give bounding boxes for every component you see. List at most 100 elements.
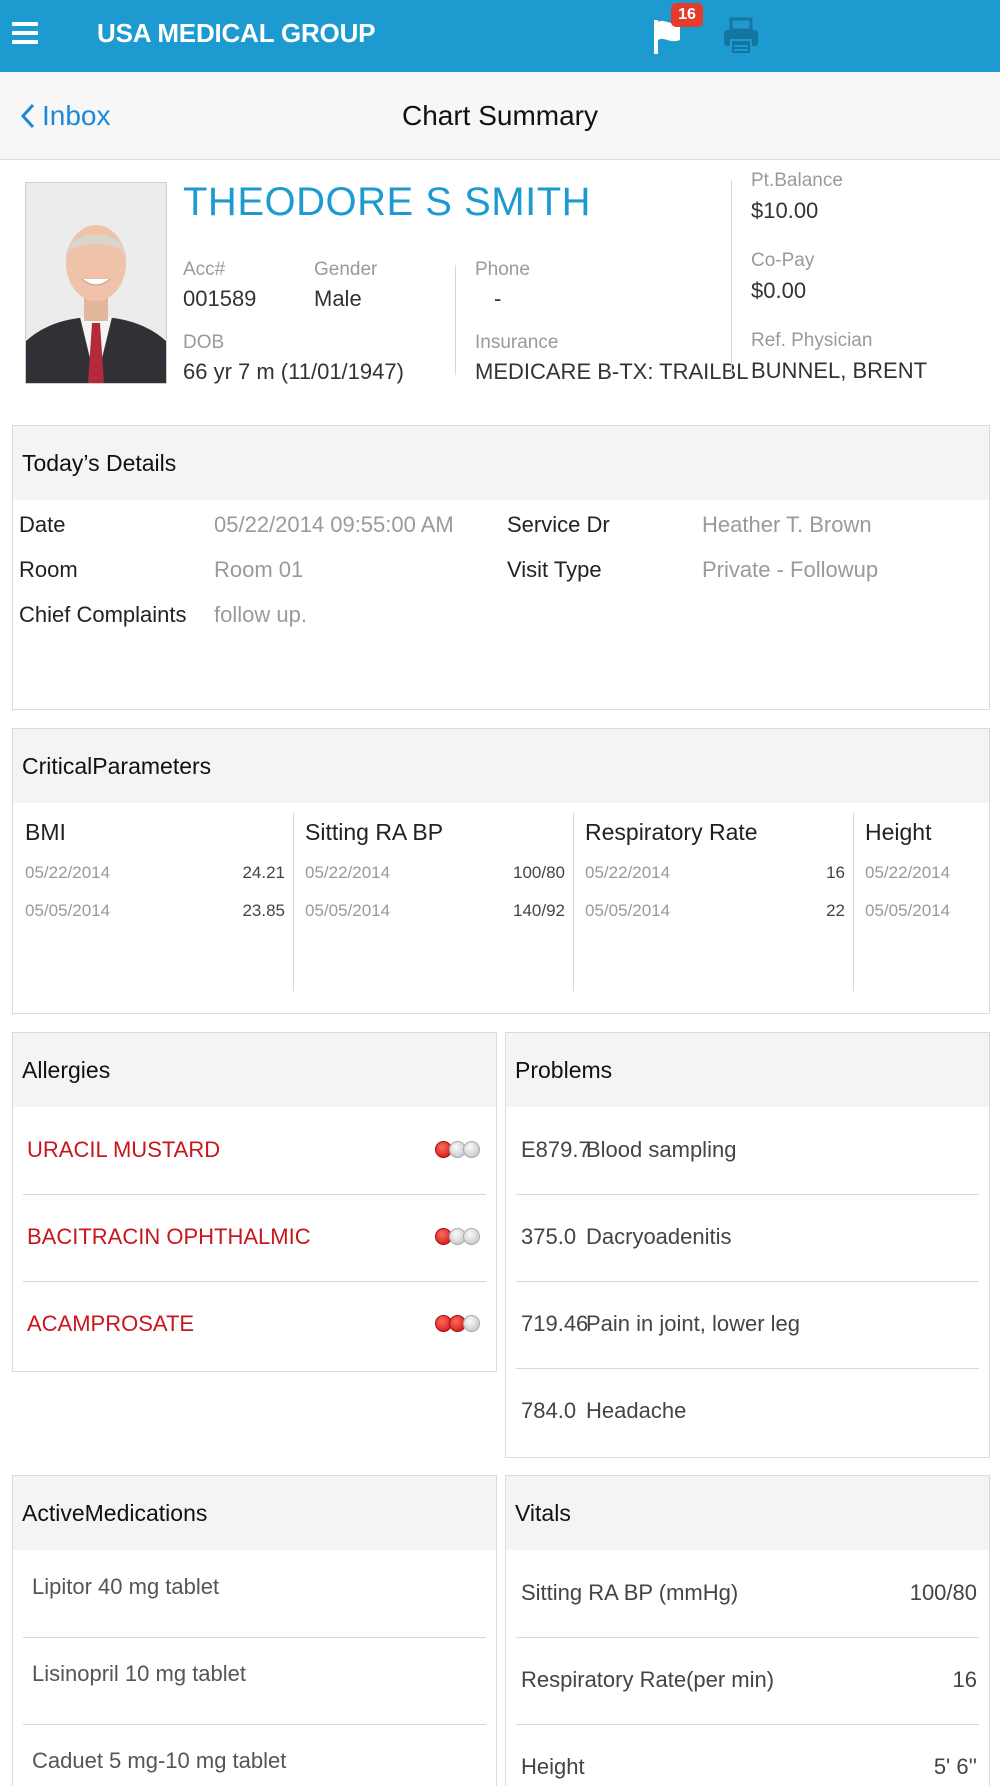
parameter-value: 140/92 bbox=[513, 901, 565, 920]
problem-code: E879.7 bbox=[521, 1137, 591, 1162]
patient-name: THEODORE S SMITH bbox=[183, 180, 592, 224]
problem-description: Headache bbox=[586, 1398, 687, 1423]
parameter-sitting-ra-bp[interactable]: Sitting RA BP 05/22/2014 100/80 05/05/20… bbox=[293, 813, 573, 991]
medication-name: Lisinopril 10 mg tablet bbox=[32, 1661, 247, 1686]
balance-label: Pt.Balance bbox=[751, 170, 843, 191]
acc-label: Acc# bbox=[183, 259, 226, 280]
parameter-date: 05/22/2014 bbox=[585, 863, 671, 882]
parameter-date: 05/22/2014 bbox=[865, 863, 951, 882]
card-header: Vitals bbox=[506, 1476, 989, 1550]
parameter-value: 24.21 bbox=[242, 863, 285, 882]
parameter-date: 05/05/2014 bbox=[25, 901, 111, 920]
card-header: Today’s Details bbox=[13, 426, 989, 500]
allergy-row[interactable]: URACIL MUSTARD bbox=[13, 1107, 496, 1194]
medication-row[interactable]: Lipitor 40 mg tablet bbox=[13, 1550, 496, 1637]
insurance-value: MEDICARE B-TX: TRAILBL bbox=[475, 359, 749, 384]
parameter-name: Sitting RA BP bbox=[305, 819, 444, 845]
dob-value: 66 yr 7 m (11/01/1947) bbox=[183, 359, 404, 384]
card-header: CriticalParameters bbox=[13, 729, 989, 803]
card-title: Allergies bbox=[22, 1057, 111, 1083]
allergy-name: BACITRACIN OPHTHALMIC bbox=[27, 1224, 311, 1249]
severity-indicator bbox=[435, 1228, 480, 1245]
visit-type-label: Visit Type bbox=[507, 557, 602, 582]
parameter-name: Respiratory Rate bbox=[585, 819, 758, 845]
service-dr-label: Service Dr bbox=[507, 512, 610, 537]
vital-row[interactable]: Respiratory Rate(per min) 16 bbox=[506, 1637, 989, 1724]
parameter-value: 23.85 bbox=[242, 901, 285, 920]
severity-dot bbox=[463, 1141, 480, 1158]
gender-value: Male bbox=[314, 286, 362, 311]
ref-physician-label: Ref. Physician bbox=[751, 330, 873, 351]
vital-value: 5' 6'' bbox=[933, 1754, 977, 1779]
medication-name: Lipitor 40 mg tablet bbox=[32, 1574, 220, 1599]
vital-row[interactable]: Height 5' 6'' bbox=[506, 1724, 989, 1784]
parameter-date: 05/05/2014 bbox=[865, 901, 951, 920]
allergy-name: URACIL MUSTARD bbox=[27, 1137, 221, 1162]
page-title: Chart Summary bbox=[401, 100, 599, 131]
room-label: Room bbox=[19, 557, 78, 582]
divider bbox=[455, 265, 456, 375]
parameter-name: Height bbox=[865, 819, 932, 845]
printer-icon[interactable] bbox=[722, 16, 760, 56]
parameter-bmi[interactable]: BMI 05/22/2014 24.21 05/05/2014 23.85 bbox=[13, 813, 293, 991]
severity-dot bbox=[463, 1228, 480, 1245]
menu-icon[interactable] bbox=[12, 22, 38, 46]
problem-code: 375.0 bbox=[521, 1224, 577, 1249]
vital-value: 16 bbox=[952, 1667, 977, 1692]
ref-physician-value: BUNNEL, BRENT bbox=[751, 358, 928, 383]
card-title: Vitals bbox=[515, 1500, 571, 1526]
vital-label: Height bbox=[521, 1754, 585, 1779]
vitals-card: Vitals Sitting RA BP (mmHg) 100/80 Respi… bbox=[505, 1475, 990, 1786]
card-header: Allergies bbox=[13, 1033, 496, 1107]
severity-dot bbox=[463, 1315, 480, 1332]
card-title: Today’s Details bbox=[22, 450, 177, 476]
copay-label: Co-Pay bbox=[751, 250, 815, 271]
parameter-value: 22 bbox=[826, 901, 845, 920]
vital-label: Sitting RA BP (mmHg) bbox=[521, 1580, 739, 1605]
insurance-label: Insurance bbox=[475, 332, 559, 353]
problem-code: 784.0 bbox=[521, 1398, 577, 1423]
problem-row[interactable]: 375.0 Dacryoadenitis bbox=[506, 1194, 989, 1281]
parameter-height[interactable]: Height 05/22/2014 05/05/2014 bbox=[853, 813, 989, 991]
room-value: Room 01 bbox=[214, 557, 304, 582]
dob-label: DOB bbox=[183, 332, 225, 353]
problem-row[interactable]: 719.46 Pain in joint, lower leg bbox=[506, 1281, 989, 1368]
card-header: Problems bbox=[506, 1033, 989, 1107]
problem-row[interactable]: E879.7 Blood sampling bbox=[506, 1107, 989, 1194]
phone-value: - bbox=[494, 286, 502, 311]
notification-badge: 16 bbox=[671, 3, 703, 27]
allergy-row[interactable]: BACITRACIN OPHTHALMIC bbox=[13, 1194, 496, 1281]
parameter-respiratory-rate[interactable]: Respiratory Rate 05/22/2014 16 05/05/201… bbox=[573, 813, 853, 991]
medication-row[interactable]: Caduet 5 mg-10 mg tablet bbox=[13, 1724, 496, 1784]
divider bbox=[731, 180, 732, 375]
date-label: Date bbox=[19, 512, 66, 537]
chief-complaints-value: follow up. bbox=[214, 602, 307, 627]
gender-label: Gender bbox=[314, 259, 378, 280]
active-medications-card: ActiveMedications Lipitor 40 mg tablet L… bbox=[12, 1475, 497, 1786]
acc-number: 001589 bbox=[183, 286, 257, 311]
allergy-name: ACAMPROSATE bbox=[27, 1311, 195, 1336]
copay-value: $0.00 bbox=[751, 278, 807, 303]
vital-row[interactable]: Sitting RA BP (mmHg) 100/80 bbox=[506, 1550, 989, 1637]
app-title: USA MEDICAL GROUP bbox=[97, 18, 376, 48]
card-header: ActiveMedications bbox=[13, 1476, 496, 1550]
medication-name: Caduet 5 mg-10 mg tablet bbox=[32, 1748, 287, 1773]
date-value: 05/22/2014 09:55:00 AM bbox=[214, 512, 454, 537]
medication-row[interactable]: Lisinopril 10 mg tablet bbox=[13, 1637, 496, 1724]
severity-indicator bbox=[435, 1315, 480, 1332]
visit-type-value: Private - Followup bbox=[702, 557, 879, 582]
problem-description: Blood sampling bbox=[586, 1137, 737, 1162]
parameter-date: 05/05/2014 bbox=[305, 901, 391, 920]
card-title: CriticalParameters bbox=[22, 753, 212, 779]
vital-value: 100/80 bbox=[909, 1580, 977, 1605]
parameter-date: 05/22/2014 bbox=[25, 863, 111, 882]
problem-code: 719.46 bbox=[521, 1311, 589, 1336]
problems-card: Problems E879.7 Blood sampling 375.0 Dac… bbox=[505, 1032, 990, 1458]
service-dr-value: Heather T. Brown bbox=[702, 512, 872, 537]
severity-indicator bbox=[435, 1141, 480, 1158]
problem-row[interactable]: 784.0 Headache bbox=[506, 1368, 989, 1455]
phone-label: Phone bbox=[475, 259, 530, 280]
allergy-row[interactable]: ACAMPROSATE bbox=[13, 1281, 496, 1368]
balance-value: $10.00 bbox=[751, 198, 819, 223]
card-title: ActiveMedications bbox=[22, 1500, 208, 1526]
